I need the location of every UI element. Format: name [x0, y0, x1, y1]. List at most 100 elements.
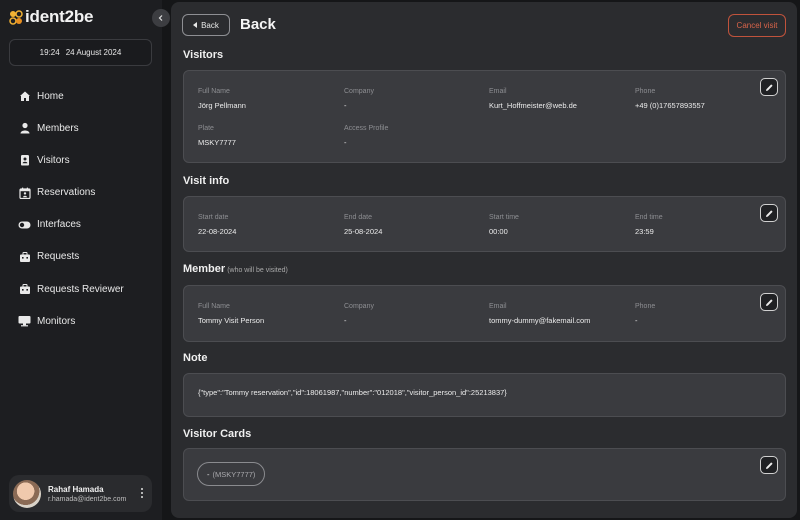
visit-info-card: Start date 22-08-2024 End date 25-08-202…: [183, 196, 786, 252]
field-value: 00:00: [489, 227, 508, 236]
field-label: End date: [344, 214, 373, 221]
field-label: Email: [489, 303, 507, 310]
back-arrow-icon: [193, 22, 198, 28]
field-value: Jörg Pellmann: [198, 101, 246, 110]
sidebar-item-label: Monitors: [37, 315, 76, 327]
visitor-access-profile-field: Access Profile -: [344, 125, 388, 147]
field-value: +49 (0)17657893557: [635, 101, 705, 110]
user-email: r.hamada@ident2be.com: [48, 495, 127, 503]
logo-text: ident2be: [25, 7, 94, 26]
chevron-left-icon: [158, 15, 163, 21]
collapse-sidebar-button[interactable]: [152, 9, 170, 27]
sidebar-item-label: Members: [37, 122, 79, 134]
field-value: -: [344, 138, 347, 147]
briefcase-icon: [18, 283, 31, 296]
field-value: 22-08-2024: [198, 227, 237, 236]
briefcase-icon: [18, 250, 31, 263]
edit-visitors-button[interactable]: [760, 78, 778, 96]
sidebar-item-label: Requests: [37, 251, 80, 263]
sidebar-item-label: Reservations: [37, 187, 96, 199]
page-title: Back: [240, 16, 276, 33]
datetime-display: 19:24 24 August 2024: [9, 39, 152, 66]
member-card: Full Name Tommy Visit Person Company - E…: [183, 285, 786, 342]
sidebar-item-reservations[interactable]: Reservations: [18, 185, 124, 201]
current-date: 24 August 2024: [65, 48, 122, 57]
visitor-full-name-field: Full Name Jörg Pellmann: [198, 88, 246, 110]
sidebar-item-requests[interactable]: Requests: [18, 249, 124, 265]
member-section-title: Member (who will be visited): [183, 263, 288, 275]
field-label: Phone: [635, 303, 656, 310]
sidebar-item-label: Requests Reviewer: [37, 283, 124, 295]
sidebar-item-home[interactable]: Home: [18, 88, 124, 104]
edit-visit-info-button[interactable]: [760, 204, 778, 222]
pencil-icon: [765, 461, 773, 469]
edit-visitor-cards-button[interactable]: [760, 456, 778, 474]
field-label: Start date: [198, 214, 229, 221]
monitor-icon: [18, 315, 31, 328]
field-label: End time: [635, 214, 663, 221]
field-value: 25-08-2024: [344, 227, 383, 236]
field-value: -: [344, 316, 347, 325]
back-button-label: Back: [201, 20, 219, 30]
toggle-icon: [18, 218, 31, 231]
field-label: Email: [489, 88, 507, 95]
field-label: Access Profile: [344, 125, 389, 132]
sidebar-item-label: Interfaces: [37, 219, 81, 231]
visitor-cards-card: - (MSKY7777): [183, 448, 786, 501]
sidebar-item-interfaces[interactable]: Interfaces: [18, 217, 124, 233]
visitors-section-title: Visitors: [183, 49, 224, 61]
pencil-icon: [765, 298, 773, 306]
logo-icon: [9, 9, 23, 25]
sidebar-item-label: Visitors: [37, 154, 70, 166]
user-info: Rahaf Hamada r.hamada@ident2be.com: [48, 485, 126, 503]
user-profile[interactable]: Rahaf Hamada r.hamada@ident2be.com: [9, 475, 152, 512]
end-time-field: End time 23:59: [635, 214, 663, 236]
field-label: Company: [344, 88, 374, 95]
field-value: Tommy Visit Person: [198, 316, 265, 325]
field-label: Full Name: [198, 303, 230, 310]
member-company-field: Company -: [344, 303, 374, 325]
field-label: Company: [344, 303, 374, 310]
field-label: Phone: [635, 88, 656, 95]
sidebar-item-members[interactable]: Members: [18, 120, 124, 136]
visitor-phone-field: Phone +49 (0)17657893557: [635, 88, 705, 110]
sidebar-nav: Home Members Visitors Reservations Inter…: [18, 88, 124, 346]
field-value: -: [635, 316, 638, 325]
pencil-icon: [765, 209, 773, 217]
person-icon: [18, 122, 31, 135]
field-value: -: [344, 101, 347, 110]
badge-icon: [18, 154, 31, 167]
visitor-cards-section-title: Visitor Cards: [183, 428, 252, 440]
visit-info-section-title: Visit info: [183, 175, 230, 187]
sidebar-item-visitors[interactable]: Visitors: [18, 152, 124, 168]
member-title: Member: [183, 263, 226, 275]
sidebar-item-requests-reviewer[interactable]: Requests Reviewer: [18, 281, 124, 297]
member-subtitle: (who will be visited): [227, 267, 288, 274]
cancel-visit-button[interactable]: Cancel visit: [728, 14, 786, 37]
pencil-icon: [765, 83, 773, 91]
avatar: [13, 479, 41, 508]
logo[interactable]: ident2be: [9, 7, 94, 27]
visitor-card-chip[interactable]: - (MSKY7777): [197, 462, 266, 486]
start-date-field: Start date 22-08-2024: [198, 214, 236, 236]
current-time: 19:24: [39, 48, 60, 57]
field-value: tommy-dummy@fakemail.com: [489, 316, 591, 325]
calendar-person-icon: [18, 186, 31, 199]
back-button[interactable]: Back: [182, 14, 230, 36]
sidebar-item-monitors[interactable]: Monitors: [18, 313, 124, 329]
user-name: Rahaf Hamada: [48, 484, 104, 494]
home-icon: [18, 90, 31, 103]
field-label: Full Name: [198, 88, 230, 95]
main-panel: Back Back Cancel visit Visitors Full Nam…: [171, 2, 797, 518]
field-value: 23:59: [635, 227, 654, 236]
member-phone-field: Phone -: [635, 303, 655, 325]
edit-member-button[interactable]: [760, 293, 778, 311]
more-options-icon[interactable]: [141, 488, 143, 498]
field-label: Plate: [198, 125, 214, 132]
note-section-title: Note: [183, 352, 208, 364]
end-date-field: End date 25-08-2024: [344, 214, 382, 236]
member-email-field: Email tommy-dummy@fakemail.com: [489, 303, 590, 325]
sidebar: ident2be 19:24 24 August 2024 Home Membe…: [0, 0, 162, 520]
field-value: Kurt_Hoffmeister@web.de: [489, 101, 577, 110]
visitor-card-chip-prefix: -: [207, 469, 210, 479]
